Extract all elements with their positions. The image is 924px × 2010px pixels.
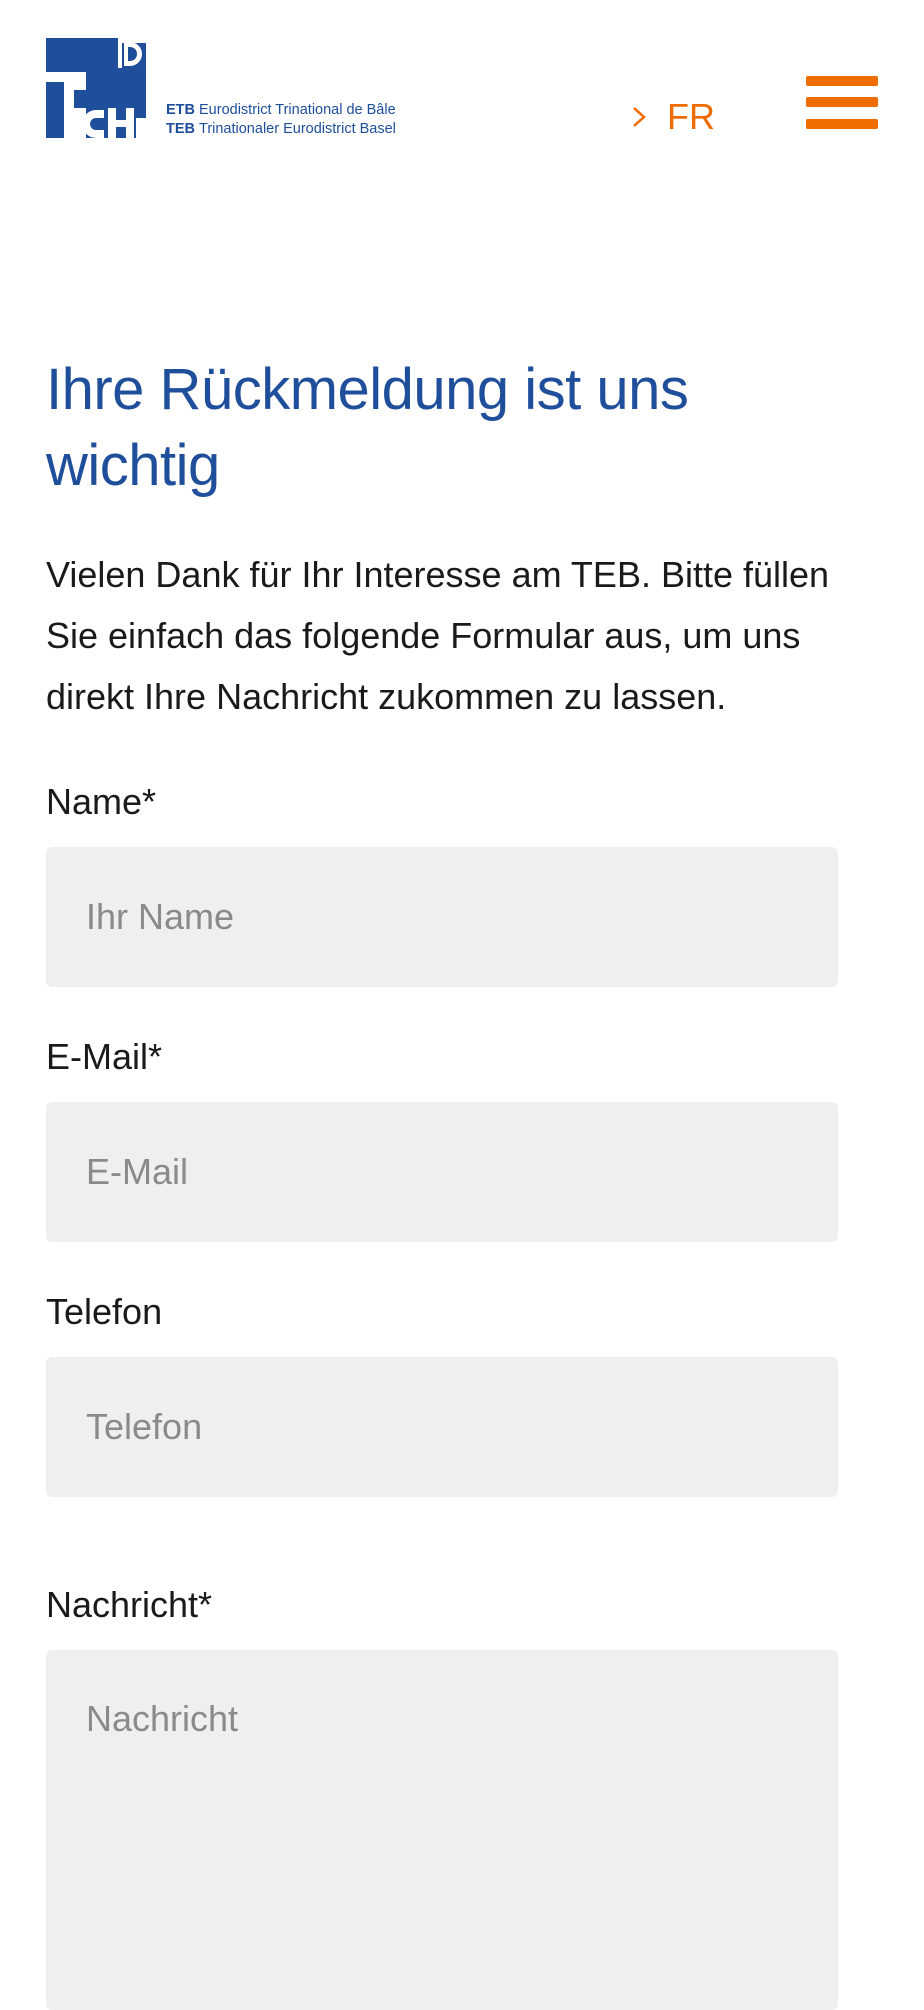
name-label: Name*	[46, 781, 157, 822]
name-field-group: Name*	[46, 780, 838, 987]
main-content: Ihre Rückmeldung ist uns wichtig Vielen …	[46, 352, 876, 727]
logo-name-de: Trinationaler Eurodistrict Basel	[199, 121, 396, 137]
logo-line-teb: TEB Trinationaler Eurodistrict Basel	[166, 120, 396, 139]
message-textarea[interactable]	[46, 1650, 838, 2010]
logo-abbr-etb: ETB	[166, 102, 195, 118]
hamburger-bar-middle	[806, 97, 878, 107]
intro-text: Vielen Dank für Ihr Interesse am TEB. Bi…	[46, 554, 830, 717]
logo-name-fr: Eurodistrict Trinational de Bâle	[199, 102, 396, 118]
phone-field-group: Telefon	[46, 1290, 838, 1497]
phone-input[interactable]	[46, 1357, 838, 1497]
email-label: E-Mail*	[46, 1036, 163, 1077]
logo-wordmark: ETB Eurodistrict Trinational de Bâle TEB T…	[166, 101, 396, 139]
site-logo[interactable]: ETB Eurodistrict Trinational de Bâle TEB T…	[46, 38, 456, 142]
language-switch-link[interactable]: FR	[627, 92, 715, 142]
email-input[interactable]	[46, 1102, 838, 1242]
email-field-group: E-Mail*	[46, 1035, 838, 1242]
eurodistrict-logo-mark	[46, 38, 146, 138]
hamburger-bar-top	[806, 76, 878, 86]
hamburger-icon[interactable]	[806, 76, 878, 140]
language-switch-label: FR	[667, 96, 715, 137]
chevron-right-icon	[633, 107, 646, 127]
page-title: Ihre Rückmeldung ist uns wichtig	[46, 357, 689, 498]
message-field-group: Nachricht*	[46, 1583, 838, 2010]
logo-line-etb: ETB Eurodistrict Trinational de Bâle	[166, 101, 396, 120]
name-input[interactable]	[46, 847, 838, 987]
logo-abbr-teb: TEB	[166, 121, 195, 137]
hamburger-bar-bottom	[806, 119, 878, 129]
phone-label: Telefon	[46, 1291, 163, 1332]
message-label: Nachricht*	[46, 1584, 213, 1625]
site-header: ETB Eurodistrict Trinational de Bâle TEB T…	[0, 0, 924, 160]
